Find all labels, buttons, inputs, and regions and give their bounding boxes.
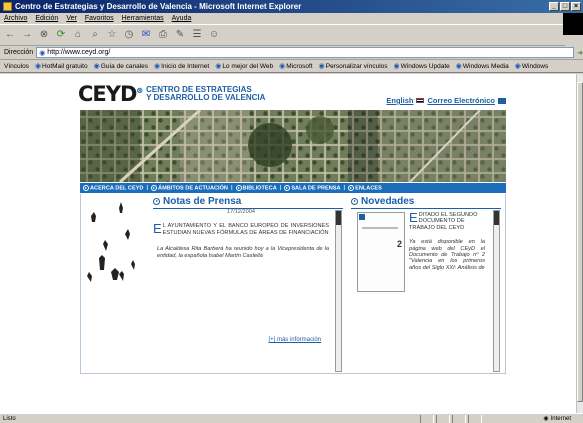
refresh-icon[interactable]: ⟳ bbox=[55, 29, 67, 41]
news-panel-title[interactable]: Notas de Prensa bbox=[153, 196, 241, 207]
status-text: Listo bbox=[3, 415, 16, 422]
english-link[interactable]: English bbox=[386, 96, 413, 105]
close-button[interactable]: × bbox=[571, 2, 581, 11]
news-panel: 17/12/2004 EL AYUNTAMIENTO Y EL BANCO EU… bbox=[153, 209, 329, 369]
discuss-icon[interactable]: ☰ bbox=[191, 29, 203, 41]
back-icon[interactable]: ← bbox=[4, 29, 16, 41]
menu-edicion[interactable]: Edición bbox=[35, 15, 58, 22]
window-title: Centro de Estrategias y Desarrollo de Va… bbox=[15, 2, 302, 11]
link-guia-canales[interactable]: ◉ Guía de canales bbox=[93, 62, 148, 71]
globe-icon: ◉ bbox=[543, 416, 549, 422]
page-scrollbar[interactable] bbox=[576, 74, 583, 413]
status-bar: Listo ◉ Internet bbox=[0, 413, 583, 423]
nav-ambitos[interactable]: ÁMBITOS DE ACTUACIÓN bbox=[151, 184, 228, 191]
nav-biblioteca[interactable]: BIBLIOTECA bbox=[235, 184, 277, 191]
toolbar: ← → ⊗ ⟳ ⌂ ⌕ ☆ ◷ ✉ ⎙ ✎ ☰ ☺ bbox=[0, 25, 565, 46]
link-hotmail[interactable]: ◉ HotMail gratuito bbox=[34, 62, 88, 71]
news-scrollbar[interactable] bbox=[335, 210, 342, 372]
link-inicio-internet[interactable]: ◉ Inicio de Internet bbox=[154, 62, 209, 71]
windows-logo bbox=[563, 13, 583, 35]
logo-text: CENTRO DE ESTRATEGIAS Y DESARROLLO DE VA… bbox=[146, 85, 266, 102]
menu-bar: Archivo Edición Ver Favoritos Herramient… bbox=[0, 13, 583, 25]
history-icon[interactable]: ◷ bbox=[123, 29, 135, 41]
novedades-scrollbar[interactable] bbox=[493, 210, 500, 372]
maximize-button[interactable]: □ bbox=[560, 2, 570, 11]
arrow-circle-icon bbox=[351, 198, 358, 205]
novedades-panel-title[interactable]: Novedades bbox=[351, 196, 414, 207]
arrow-circle-icon bbox=[153, 198, 160, 205]
content-area: Notas de Prensa 17/12/2004 EL AYUNTAMIEN… bbox=[80, 194, 506, 374]
stop-icon[interactable]: ⊗ bbox=[38, 29, 50, 41]
logo-mark: CEYD⊗ bbox=[78, 82, 143, 106]
link-icon: ◉ bbox=[455, 63, 462, 70]
minimize-button[interactable]: _ bbox=[549, 2, 559, 11]
link-icon: ◉ bbox=[34, 63, 42, 70]
novedades-body: Ya está disponible en la página web del … bbox=[409, 239, 485, 271]
home-icon[interactable]: ⌂ bbox=[72, 29, 84, 41]
email-link[interactable]: Correo Electrónico bbox=[427, 96, 495, 105]
nav-enlaces[interactable]: ENLACES bbox=[348, 184, 382, 191]
favorites-icon[interactable]: ☆ bbox=[106, 29, 118, 41]
menu-favoritos[interactable]: Favoritos bbox=[85, 15, 114, 22]
link-windows-media[interactable]: ◉ Windows Media bbox=[455, 62, 509, 71]
menu-archivo[interactable]: Archivo bbox=[4, 15, 27, 22]
link-icon: ◉ bbox=[279, 63, 286, 70]
link-icon: ◉ bbox=[514, 63, 521, 70]
document-thumbnail[interactable]: 2 bbox=[357, 212, 405, 292]
main-nav: ACERCA DEL CEYD | ÁMBITOS DE ACTUACIÓN |… bbox=[80, 183, 506, 193]
search-icon[interactable]: ⌕ bbox=[89, 29, 101, 41]
link-icon: ◉ bbox=[215, 63, 222, 70]
edit-icon[interactable]: ✎ bbox=[174, 29, 186, 41]
ie-app-icon bbox=[3, 2, 12, 11]
ceyd-site: CEYD⊗ CENTRO DE ESTRATEGIAS Y DESARROLLO… bbox=[78, 82, 506, 376]
link-icon: ◉ bbox=[93, 63, 100, 70]
link-icon: ◉ bbox=[154, 63, 161, 70]
print-icon[interactable]: ⎙ bbox=[157, 29, 169, 41]
link-microsoft[interactable]: ◉ Microsoft bbox=[279, 62, 312, 71]
flag-icon bbox=[416, 98, 425, 103]
menu-ayuda[interactable]: Ayuda bbox=[172, 15, 192, 22]
news-date: 17/12/2004 bbox=[227, 209, 255, 215]
figures-decoration bbox=[81, 194, 143, 373]
forward-icon[interactable]: → bbox=[21, 29, 33, 41]
address-label: Dirección bbox=[4, 49, 34, 56]
address-bar: Dirección ◉ http://www.ceyd.org/ ➔ bbox=[0, 46, 583, 60]
top-links: English Correo Electrónico bbox=[386, 96, 506, 105]
title-bar: Centro de Estrategias y Desarrollo de Va… bbox=[0, 0, 583, 13]
people-figures-icon bbox=[87, 202, 135, 282]
menu-ver[interactable]: Ver bbox=[66, 15, 77, 22]
news-headline[interactable]: EL AYUNTAMIENTO Y EL BANCO EUROPEO DE IN… bbox=[153, 222, 329, 236]
news-body: La Alcaldesa Rita Barberá ha reunido hoy… bbox=[157, 246, 329, 259]
novedades-text: E DITADO EL SEGUNDO DOCUMENTO DE TRABAJO … bbox=[409, 211, 485, 271]
messenger-icon[interactable]: ☺ bbox=[208, 29, 220, 41]
menu-herramientas[interactable]: Herramientas bbox=[122, 15, 164, 22]
gardens-banner bbox=[80, 110, 506, 182]
address-url: http://www.ceyd.org/ bbox=[47, 49, 111, 56]
link-windows[interactable]: ◉ Windows bbox=[514, 62, 548, 71]
novedades-panel: 2 E DITADO EL SEGUNDO DOCUMENTO DE TRABAJ… bbox=[357, 209, 493, 369]
more-info-link[interactable]: [+] más información bbox=[268, 337, 321, 343]
mail-icon[interactable]: ✉ bbox=[140, 29, 152, 41]
links-label: Vínculos bbox=[4, 62, 29, 70]
link-icon: ◉ bbox=[393, 63, 400, 70]
link-lo-mejor-web[interactable]: ◉ Lo mejor del Web bbox=[215, 62, 273, 71]
nav-sala-prensa[interactable]: SALA DE PRENSA bbox=[284, 184, 341, 191]
zone-indicator: ◉ Internet bbox=[543, 415, 571, 423]
nav-acerca[interactable]: ACERCA DEL CEYD bbox=[83, 184, 143, 191]
link-icon: ◉ bbox=[318, 63, 325, 70]
link-personalizar[interactable]: ◉ Personalizar vínculos bbox=[318, 62, 388, 71]
links-bar: Vínculos ◉ HotMail gratuito ◉ Guía de cana… bbox=[0, 60, 583, 73]
address-input[interactable]: ◉ http://www.ceyd.org/ bbox=[36, 47, 575, 58]
page-icon: ◉ bbox=[39, 49, 46, 57]
mail-icon bbox=[498, 97, 506, 104]
go-icon[interactable]: ➔ bbox=[577, 49, 583, 57]
ceyd-logo[interactable]: CEYD⊗ CENTRO DE ESTRATEGIAS Y DESARROLLO… bbox=[78, 82, 265, 106]
novedades-headline[interactable]: E DITADO EL SEGUNDO DOCUMENTO DE TRABAJO … bbox=[409, 211, 485, 231]
page-viewport: CEYD⊗ CENTRO DE ESTRATEGIAS Y DESARROLLO… bbox=[0, 74, 576, 413]
link-windows-update[interactable]: ◉ Windows Update bbox=[393, 62, 450, 71]
